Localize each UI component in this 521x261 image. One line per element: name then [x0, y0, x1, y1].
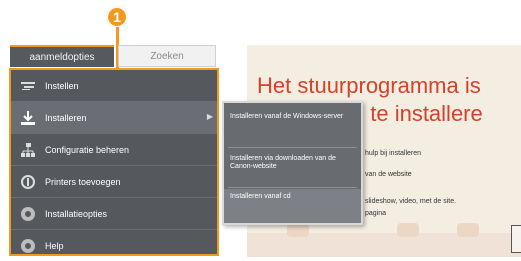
help-icon	[19, 237, 37, 255]
callout-number: 1	[113, 9, 121, 25]
submenu-divider	[228, 187, 357, 188]
menu-item-label: Configuratie beheren	[45, 144, 130, 155]
network-icon	[19, 141, 37, 159]
menu-item-printers[interactable]: Printers toevoegen	[11, 166, 217, 198]
install-icon	[19, 109, 37, 127]
background-text-line1: hulp bij installeren	[365, 150, 422, 157]
tab-label: aanmeldopties	[29, 51, 95, 63]
menu-item-label: Help	[45, 240, 64, 251]
settings-icon	[19, 77, 37, 95]
submenu-item-canon-website[interactable]: Installeren via downloaden van de Canon-…	[224, 151, 361, 175]
callout-badge: 1	[106, 6, 128, 28]
menu-item-installeren[interactable]: Installeren ▶	[11, 102, 217, 134]
menu-item-instellen[interactable]: Instellen	[11, 70, 217, 102]
background-edge-box	[511, 225, 521, 253]
background-text-line2: van de website	[365, 171, 412, 178]
decor-shape	[287, 223, 309, 237]
submenu-divider	[228, 147, 357, 148]
menu-item-configuratie[interactable]: Configuratie beheren	[11, 134, 217, 166]
tab-bar: aanmeldopties Zoeken	[10, 45, 216, 67]
menu-item-label: Printers toevoegen	[45, 176, 121, 187]
background-footer	[247, 233, 521, 257]
install-submenu: Installeren vanaf de Windows-server Inst…	[222, 101, 363, 225]
menu-item-installatieopties[interactable]: Installatieopties	[11, 198, 217, 230]
menu-item-label: Instellen	[45, 80, 79, 91]
tab-aanmeldopties[interactable]: aanmeldopties	[10, 45, 114, 67]
decor-shape	[397, 223, 419, 237]
menu-item-help[interactable]: Help	[11, 230, 217, 261]
tab-zoeken[interactable]: Zoeken	[118, 45, 216, 67]
chevron-right-icon: ▶	[206, 112, 213, 121]
submenu-item-windows-server[interactable]: Installeren vanaf de Windows-server	[224, 109, 361, 125]
background-text-line4: pagina	[365, 210, 387, 217]
printer-icon	[19, 173, 37, 191]
main-menu: Instellen Installeren ▶ Configuratie beh…	[9, 68, 219, 256]
options-icon	[19, 205, 37, 223]
menu-item-label: Installeren	[45, 112, 87, 123]
background-title-line2: ig te installere	[347, 101, 483, 126]
tab-label: Zoeken	[150, 50, 184, 62]
background-text-line3: slideshow, video, met de site.	[365, 198, 457, 205]
background-title-line1: Het stuurprogramma is	[257, 73, 481, 98]
submenu-item-cd[interactable]: Installeren vanaf cd	[224, 189, 361, 223]
menu-item-label: Installatieopties	[45, 208, 108, 219]
decor-shape	[457, 223, 479, 237]
